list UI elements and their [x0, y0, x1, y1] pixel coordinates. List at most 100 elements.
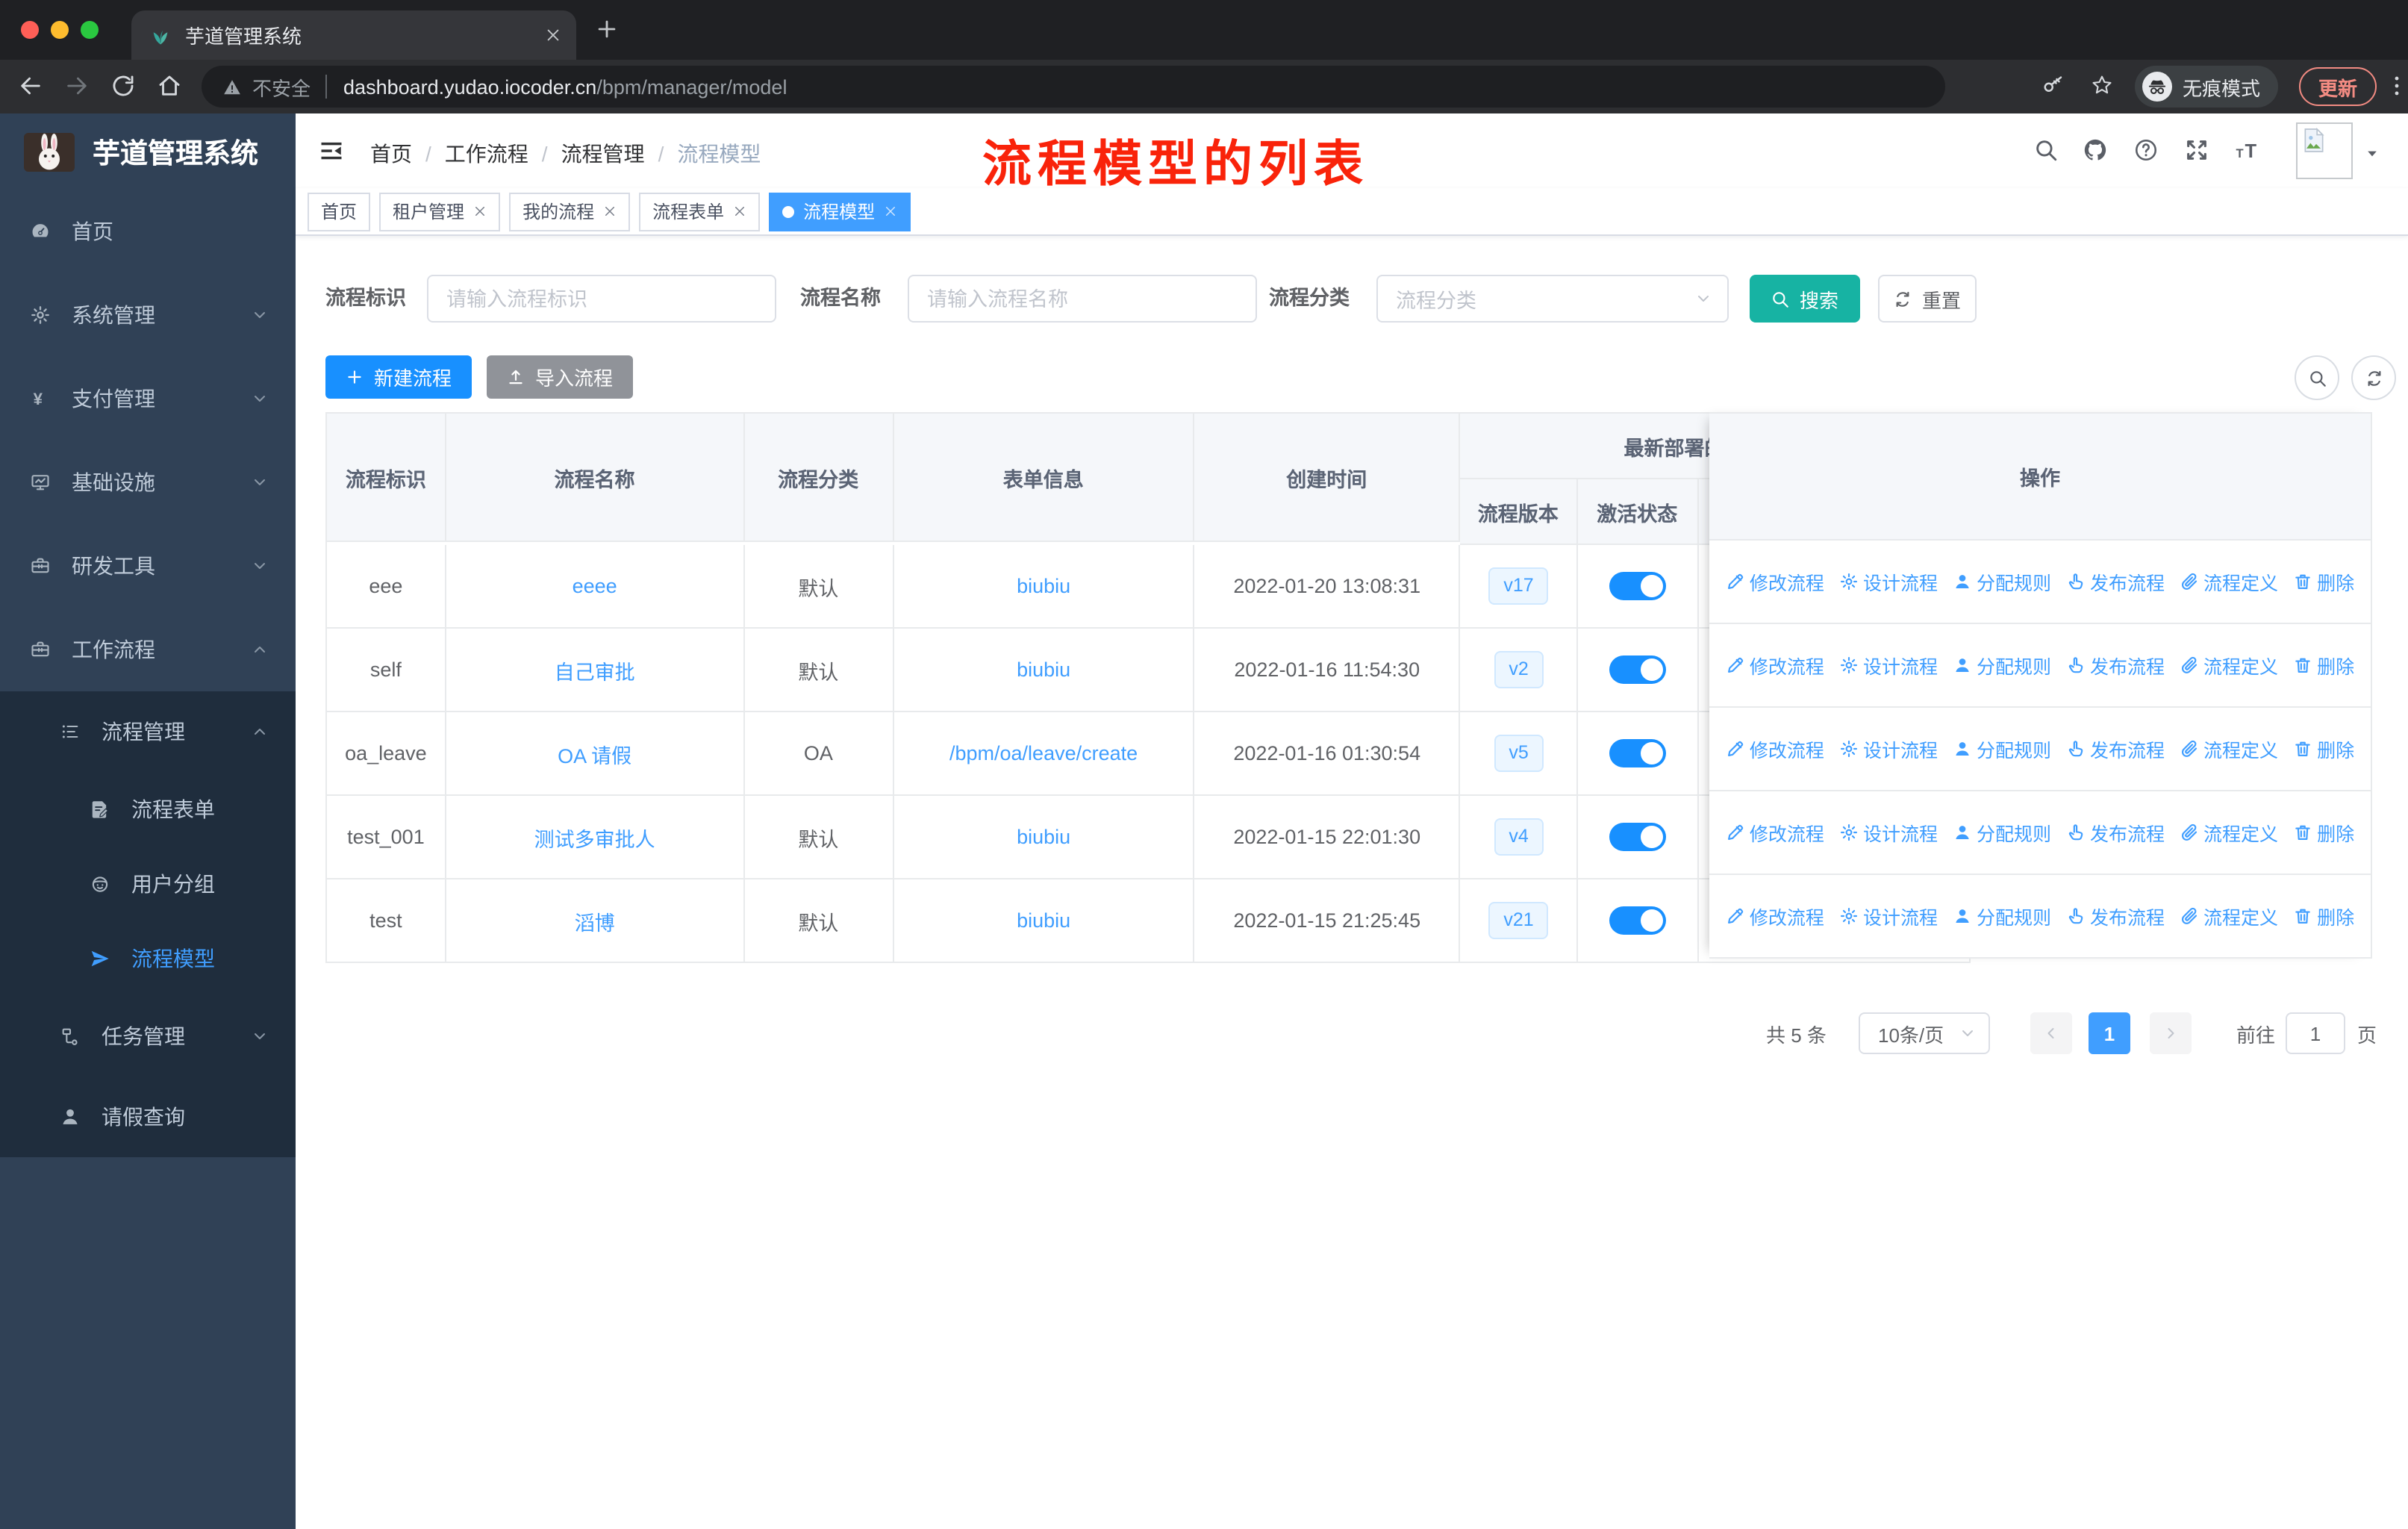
- reset-button[interactable]: 重置: [1878, 275, 1977, 323]
- sidebar-collapse-icon[interactable]: [318, 137, 345, 164]
- process-id-input[interactable]: [427, 275, 776, 323]
- reload-button[interactable]: [110, 73, 136, 99]
- maximize-window-button[interactable]: [81, 21, 99, 39]
- tag-close-icon[interactable]: [603, 205, 617, 218]
- design-action-link[interactable]: 设计流程: [1839, 818, 1938, 847]
- process-name-link[interactable]: 滔博: [575, 906, 615, 935]
- assign-action-link[interactable]: 分配规则: [1953, 567, 2051, 596]
- new-tab-button[interactable]: [594, 16, 620, 42]
- modify-action-link[interactable]: 修改流程: [1726, 651, 1824, 679]
- process-name-input[interactable]: [908, 275, 1257, 323]
- process-name-link[interactable]: 测试多审批人: [534, 822, 655, 852]
- tag-close-icon[interactable]: [884, 205, 897, 218]
- next-page-button[interactable]: [2150, 1012, 2192, 1054]
- sidebar-item-task-mgmt[interactable]: 任务管理: [0, 996, 296, 1077]
- breadcrumb-item[interactable]: 流程管理: [561, 139, 645, 169]
- tag-close-icon[interactable]: [733, 205, 746, 218]
- delete-action-link[interactable]: 删除: [2293, 735, 2354, 763]
- sidebar-item-user-group[interactable]: 用户分组: [0, 847, 296, 921]
- tab-close-icon[interactable]: [545, 27, 561, 43]
- form-info-link[interactable]: /bpm/oa/leave/create: [949, 742, 1138, 764]
- help-icon[interactable]: [2133, 137, 2159, 163]
- avatar-caret-icon[interactable]: [2365, 146, 2380, 161]
- sidebar-item-process-form[interactable]: 流程表单: [0, 772, 296, 847]
- back-button[interactable]: [18, 73, 43, 99]
- page-size-select[interactable]: 10条/页: [1859, 1012, 1990, 1054]
- modify-action-link[interactable]: 修改流程: [1726, 567, 1824, 596]
- sidebar-item-payment[interactable]: ¥ 支付管理: [0, 357, 296, 440]
- active-toggle[interactable]: [1609, 906, 1667, 935]
- breadcrumb-item[interactable]: 工作流程: [445, 139, 528, 169]
- delete-action-link[interactable]: 删除: [2293, 651, 2354, 679]
- sidebar-logo[interactable]: 芋道管理系统: [0, 113, 296, 190]
- assign-action-link[interactable]: 分配规则: [1953, 651, 2051, 679]
- process-name-link[interactable]: 自己审批: [555, 655, 635, 685]
- delete-action-link[interactable]: 删除: [2293, 902, 2354, 930]
- process-category-select[interactable]: 流程分类: [1376, 275, 1729, 323]
- assign-action-link[interactable]: 分配规则: [1953, 902, 2051, 930]
- sidebar-item-system[interactable]: 系统管理: [0, 273, 296, 357]
- create-process-button[interactable]: 新建流程: [325, 355, 472, 399]
- tag-close-icon[interactable]: [473, 205, 487, 218]
- forward-button[interactable]: [64, 73, 90, 99]
- tag-my-process[interactable]: 我的流程: [509, 192, 631, 231]
- goto-page-input[interactable]: [2286, 1012, 2345, 1054]
- sidebar-item-workflow[interactable]: 工作流程: [0, 608, 296, 691]
- password-key-icon[interactable]: [2042, 73, 2065, 96]
- tag-home[interactable]: 首页: [308, 192, 371, 231]
- import-process-button[interactable]: 导入流程: [487, 355, 633, 399]
- active-toggle[interactable]: [1609, 572, 1667, 600]
- sidebar-item-process-model[interactable]: 流程模型: [0, 921, 296, 996]
- update-button[interactable]: 更新: [2299, 67, 2377, 106]
- modify-action-link[interactable]: 修改流程: [1726, 818, 1824, 847]
- process-name-link[interactable]: OA 请假: [558, 738, 631, 768]
- definition-action-link[interactable]: 流程定义: [2180, 735, 2278, 763]
- tag-tenant[interactable]: 租户管理: [379, 192, 501, 231]
- home-button[interactable]: [157, 73, 182, 99]
- close-window-button[interactable]: [21, 21, 39, 39]
- definition-action-link[interactable]: 流程定义: [2180, 902, 2278, 930]
- deploy-action-link[interactable]: 发布流程: [2066, 818, 2165, 847]
- modify-action-link[interactable]: 修改流程: [1726, 902, 1824, 930]
- deploy-action-link[interactable]: 发布流程: [2066, 902, 2165, 930]
- design-action-link[interactable]: 设计流程: [1839, 735, 1938, 763]
- deploy-action-link[interactable]: 发布流程: [2066, 651, 2165, 679]
- prev-page-button[interactable]: [2030, 1012, 2072, 1054]
- active-toggle[interactable]: [1609, 823, 1667, 851]
- minimize-window-button[interactable]: [51, 21, 69, 39]
- sidebar-item-home[interactable]: 首页: [0, 190, 296, 273]
- fullscreen-icon[interactable]: [2184, 137, 2209, 163]
- sidebar-item-infra[interactable]: 基础设施: [0, 440, 296, 524]
- search-button[interactable]: 搜索: [1750, 275, 1860, 323]
- url-bar[interactable]: 不安全 dashboard.yudao.iocoder.cn/bpm/manag…: [202, 66, 1945, 108]
- deploy-action-link[interactable]: 发布流程: [2066, 567, 2165, 596]
- delete-action-link[interactable]: 删除: [2293, 567, 2354, 596]
- toggle-search-button[interactable]: [2295, 355, 2339, 400]
- active-toggle[interactable]: [1609, 655, 1667, 684]
- font-size-icon[interactable]: TT: [2235, 137, 2262, 164]
- tag-process-model[interactable]: 流程模型: [769, 192, 911, 231]
- delete-action-link[interactable]: 删除: [2293, 818, 2354, 847]
- sidebar-item-leave-query[interactable]: 请假查询: [0, 1077, 296, 1157]
- form-info-link[interactable]: biubiu: [1017, 658, 1070, 681]
- definition-action-link[interactable]: 流程定义: [2180, 567, 2278, 596]
- form-info-link[interactable]: biubiu: [1017, 826, 1070, 848]
- github-icon[interactable]: [2083, 137, 2108, 163]
- deploy-action-link[interactable]: 发布流程: [2066, 735, 2165, 763]
- process-name-link[interactable]: eeee: [573, 575, 617, 597]
- assign-action-link[interactable]: 分配规则: [1953, 735, 2051, 763]
- definition-action-link[interactable]: 流程定义: [2180, 651, 2278, 679]
- browser-tab[interactable]: 芋道管理系统: [131, 10, 576, 60]
- definition-action-link[interactable]: 流程定义: [2180, 818, 2278, 847]
- design-action-link[interactable]: 设计流程: [1839, 651, 1938, 679]
- assign-action-link[interactable]: 分配规则: [1953, 818, 2051, 847]
- page-number-button[interactable]: 1: [2089, 1012, 2130, 1054]
- form-info-link[interactable]: biubiu: [1017, 575, 1070, 597]
- form-info-link[interactable]: biubiu: [1017, 909, 1070, 932]
- refresh-table-button[interactable]: [2351, 355, 2396, 400]
- bookmark-star-icon[interactable]: [2090, 73, 2114, 97]
- sidebar-item-devtools[interactable]: 研发工具: [0, 524, 296, 608]
- modify-action-link[interactable]: 修改流程: [1726, 735, 1824, 763]
- design-action-link[interactable]: 设计流程: [1839, 902, 1938, 930]
- user-avatar[interactable]: [2296, 122, 2353, 179]
